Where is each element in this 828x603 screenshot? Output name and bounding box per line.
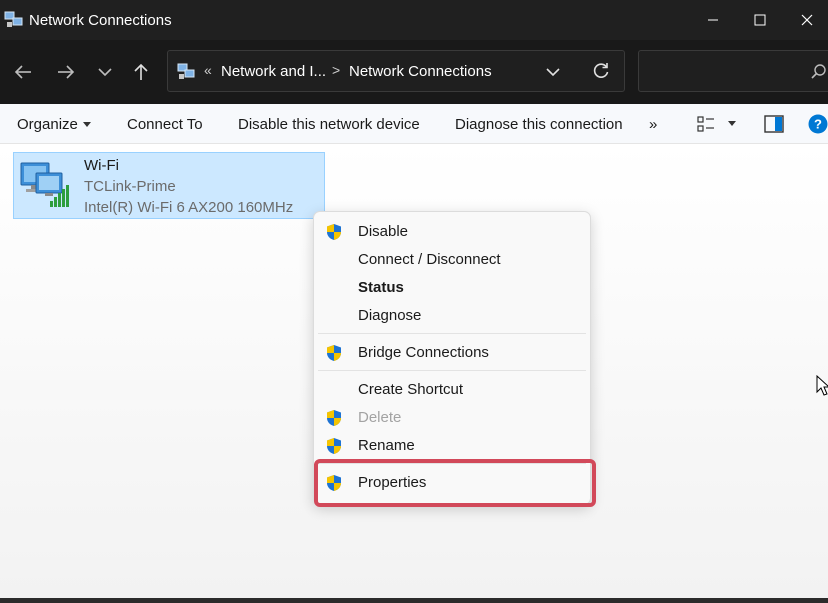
mouse-cursor-icon bbox=[816, 375, 828, 396]
svg-text:?: ? bbox=[814, 117, 822, 132]
chevron-down-icon bbox=[98, 68, 112, 77]
diagnose-connection-button[interactable]: Diagnose this connection bbox=[455, 116, 623, 133]
forward-button[interactable] bbox=[51, 58, 81, 86]
menu-item-label: Rename bbox=[358, 437, 415, 454]
preview-pane-icon[interactable] bbox=[764, 115, 784, 133]
caret-down-icon bbox=[82, 122, 91, 128]
close-icon bbox=[801, 14, 813, 26]
network-folder-icon bbox=[177, 63, 195, 79]
menu-separator bbox=[318, 370, 586, 371]
menu-item-label: Diagnose bbox=[358, 307, 422, 324]
network-connections-icon bbox=[4, 11, 23, 27]
search-input[interactable] bbox=[638, 50, 828, 92]
back-button[interactable] bbox=[8, 58, 38, 86]
menu-item-rename[interactable]: Rename bbox=[314, 432, 590, 460]
connect-to-button[interactable]: Connect To bbox=[127, 116, 203, 133]
properties-highlight bbox=[314, 459, 596, 507]
up-button[interactable] bbox=[126, 58, 156, 86]
connection-adapter: Intel(R) Wi-Fi 6 AX200 160MHz bbox=[84, 199, 294, 216]
breadcrumb-network-connections[interactable]: Network Connections bbox=[349, 63, 492, 80]
arrow-right-icon bbox=[58, 65, 75, 79]
window-title: Network Connections bbox=[29, 12, 172, 29]
wifi-connection-item[interactable]: Wi-Fi TCLink-Prime Intel(R) Wi-Fi 6 AX20… bbox=[13, 152, 325, 219]
arrow-left-icon bbox=[14, 65, 31, 79]
recent-locations-button[interactable] bbox=[90, 58, 120, 86]
more-commands-button[interactable]: » bbox=[649, 116, 657, 133]
close-button[interactable] bbox=[784, 0, 828, 40]
address-dropdown-icon[interactable] bbox=[546, 67, 560, 77]
organize-button[interactable]: Organize bbox=[17, 116, 91, 133]
menu-item-label: Disable bbox=[358, 223, 409, 240]
menu-item-create-shortcut[interactable]: Create Shortcut bbox=[314, 376, 590, 404]
menu-item-connect-disconnect[interactable]: Connect / Disconnect bbox=[314, 246, 590, 274]
disable-device-button[interactable]: Disable this network device bbox=[238, 116, 420, 133]
menu-item-status[interactable]: Status bbox=[314, 274, 590, 302]
breadcrumb-separator[interactable]: > bbox=[332, 62, 340, 78]
menu-item-label: Create Shortcut bbox=[358, 381, 464, 398]
command-bar: Organize Connect To Disable this network… bbox=[0, 104, 828, 144]
uac-shield-icon bbox=[327, 410, 341, 426]
maximize-icon bbox=[754, 14, 766, 26]
uac-shield-icon bbox=[327, 438, 341, 454]
connection-name: Wi-Fi bbox=[84, 157, 119, 174]
breadcrumb-network-and-internet[interactable]: Network and I... bbox=[221, 63, 326, 80]
menu-item-bridge-connections[interactable]: Bridge Connections bbox=[314, 339, 590, 367]
search-icon bbox=[811, 64, 826, 79]
uac-shield-icon bbox=[327, 345, 341, 361]
maximize-button[interactable] bbox=[737, 0, 783, 40]
view-options-icon[interactable] bbox=[697, 115, 715, 133]
menu-item-label: Status bbox=[358, 279, 404, 296]
breadcrumb-overflow[interactable]: « bbox=[204, 62, 212, 78]
view-dropdown-icon[interactable] bbox=[728, 121, 736, 127]
wifi-adapter-icon bbox=[20, 162, 69, 207]
connection-network: TCLink-Prime bbox=[84, 178, 176, 195]
menu-item-label: Delete bbox=[358, 409, 402, 426]
title-bar: Network Connections bbox=[0, 0, 828, 40]
help-icon[interactable]: ? bbox=[808, 114, 828, 134]
minimize-button[interactable] bbox=[690, 0, 736, 40]
bottom-edge bbox=[0, 598, 828, 603]
address-bar[interactable]: « Network and I... > Network Connections bbox=[167, 50, 625, 92]
menu-separator bbox=[318, 333, 586, 334]
menu-item-label: Bridge Connections bbox=[358, 344, 489, 361]
refresh-icon[interactable] bbox=[592, 62, 610, 80]
navigation-bar: « Network and I... > Network Connections bbox=[0, 40, 828, 104]
menu-item-diagnose[interactable]: Diagnose bbox=[314, 302, 590, 330]
menu-item-delete: Delete bbox=[314, 404, 590, 432]
menu-item-label: Connect / Disconnect bbox=[358, 251, 501, 268]
uac-shield-icon bbox=[327, 224, 341, 240]
organize-label: Organize bbox=[17, 116, 78, 133]
minimize-icon bbox=[708, 19, 718, 21]
arrow-up-icon bbox=[134, 63, 148, 80]
menu-item-disable[interactable]: Disable bbox=[314, 218, 590, 246]
